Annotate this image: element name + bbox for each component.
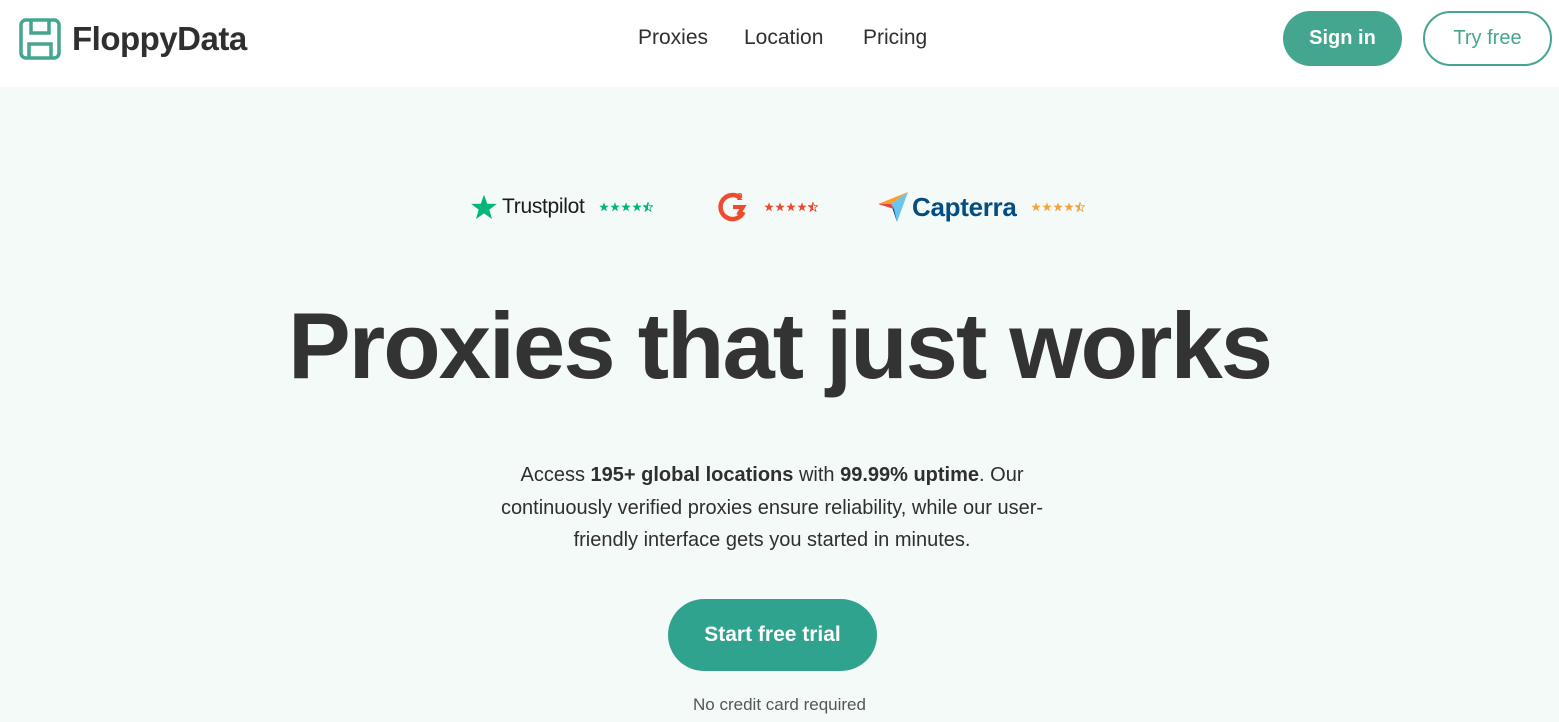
star-icon [1041, 202, 1052, 212]
star-icon [1063, 202, 1074, 212]
star-icon [786, 202, 796, 212]
desc-text: Access [520, 464, 591, 486]
nav-link-proxies[interactable]: Proxies [638, 26, 708, 50]
star-icon [764, 202, 774, 212]
trustpilot-badge[interactable]: Trustpilot [470, 187, 653, 227]
trustpilot-name: Trustpilot [502, 195, 585, 218]
star-icon [609, 202, 620, 212]
hero-section: Trustpilot 2 Capterra Proxies that just [0, 87, 1559, 722]
g2-logo-icon: 2 [718, 192, 747, 222]
rating-stars [1030, 202, 1085, 212]
hero-description: Access 195+ global locations with 99.99%… [480, 459, 1064, 557]
svg-text:2: 2 [737, 192, 743, 203]
start-free-trial-button[interactable]: Start free trial [668, 599, 877, 671]
trustpilot-star-icon [471, 194, 497, 220]
star-icon [642, 202, 653, 212]
rating-stars [764, 202, 818, 212]
desc-bold-locations: 195+ global locations [590, 464, 794, 486]
no-credit-card-note: No credit card required [693, 695, 866, 714]
star-icon [631, 202, 642, 212]
capterra-name: Capterra [912, 191, 1017, 222]
rating-stars [598, 202, 653, 212]
star-icon [1030, 202, 1041, 212]
star-icon [620, 202, 631, 212]
hero-headline: Proxies that just works [287, 293, 1273, 398]
try-free-button[interactable]: Try free [1423, 11, 1552, 66]
star-icon [1074, 202, 1085, 212]
nav-link-location[interactable]: Location [744, 26, 823, 50]
site-header: FloppyData Proxies Location Pricing Sign… [0, 0, 1559, 87]
desc-bold-uptime: 99.99% uptime [840, 464, 980, 486]
star-icon [797, 202, 807, 212]
star-icon [775, 202, 785, 212]
star-icon [598, 202, 609, 212]
g2-badge[interactable]: 2 [716, 187, 818, 227]
capterra-badge[interactable]: Capterra [877, 187, 1085, 227]
nav-link-pricing[interactable]: Pricing [863, 26, 927, 50]
capterra-logo-icon [878, 192, 908, 222]
sign-in-button[interactable]: Sign in [1283, 11, 1402, 66]
star-icon [1052, 202, 1063, 212]
star-icon [808, 202, 818, 212]
desc-text: with [793, 464, 841, 486]
rating-badges: Trustpilot 2 Capterra [0, 187, 1559, 227]
